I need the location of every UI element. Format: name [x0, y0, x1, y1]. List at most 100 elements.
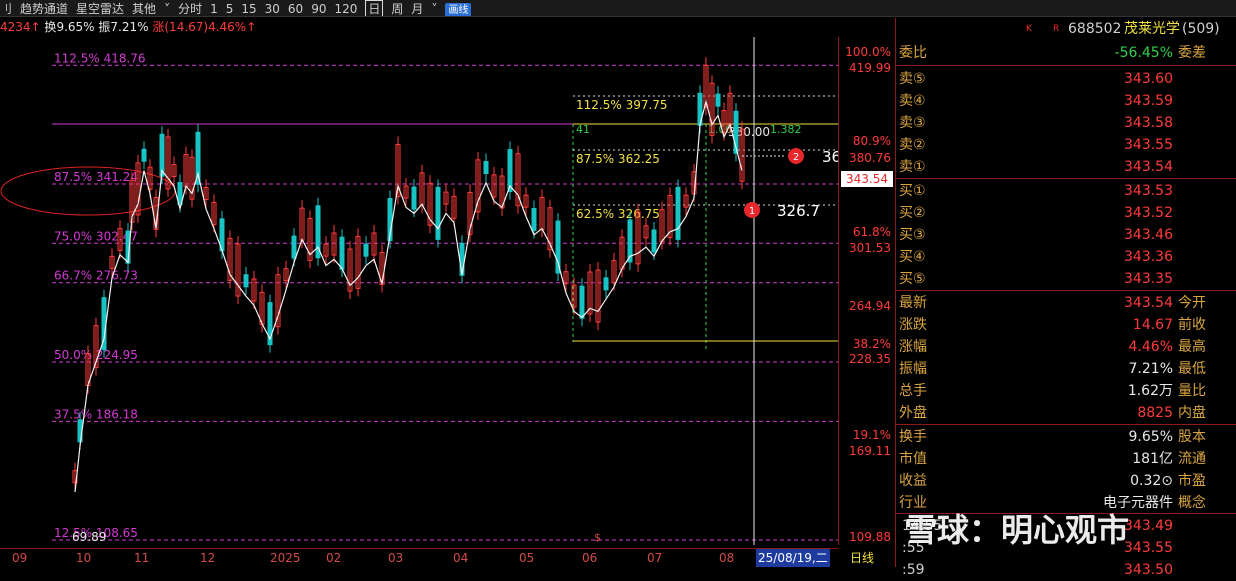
toolbar-item-15[interactable]: 月 [411, 1, 423, 16]
time-axis-label: 05 [519, 551, 535, 565]
candle-body [435, 186, 441, 240]
time-axis-label: 02 [326, 551, 342, 565]
time-axis-label: 03 [388, 551, 404, 565]
quote-row: 外盘 8825 内盘 [896, 402, 1236, 424]
stats-prefix: 4234↑ [0, 20, 41, 34]
sell-row: 卖⑤ 343.60 [896, 68, 1236, 90]
time-axis-label: 12 [200, 551, 216, 565]
time-axis-label: 08 [719, 551, 735, 565]
toolbar-item-1[interactable]: 趋势通道 [20, 1, 68, 16]
marker-2-value: 362.2 [822, 148, 838, 166]
fib-label: 112.5% 418.76 [54, 51, 146, 65]
buy-price: 343.35 [1124, 271, 1173, 287]
quote-value: 7.21% [1128, 361, 1173, 377]
toolbar-item-11[interactable]: 90 [311, 1, 326, 16]
quote-label: 涨跌 [899, 317, 927, 333]
time-axis-label: 11 [134, 551, 150, 565]
candle-body [715, 93, 721, 107]
date-cursor-box: 25/08/19,二 [756, 549, 830, 567]
inner-fib-label: 112.5% 397.75 [576, 98, 668, 112]
quote-row: 振幅 7.21% 最低 [896, 358, 1236, 380]
toolbar-item-16[interactable]: ˅ [431, 1, 437, 16]
sell-label: 卖② [899, 137, 926, 153]
quote-label2: 内盘 [1178, 405, 1206, 421]
buy-price: 343.46 [1124, 227, 1173, 243]
buy-label: 买⑤ [899, 271, 926, 287]
sell-price: 343.59 [1124, 93, 1173, 109]
day-line-button[interactable]: 日线 [850, 551, 874, 565]
inner-top-label: 41 [576, 123, 590, 136]
tick-row: :59 343.50 [896, 559, 1236, 581]
sell-label: 卖③ [899, 115, 926, 131]
weibi-value: -56.45% [1114, 45, 1173, 61]
panel-divider [896, 290, 1236, 291]
info-value: 181亿 [1132, 451, 1173, 467]
draw-line-button[interactable]: 画线 [445, 3, 472, 16]
buy-row: 买⑤ 343.35 [896, 268, 1236, 290]
price-axis-label: 109.88 [849, 530, 891, 544]
toolbar-item-13[interactable]: 日 [365, 0, 384, 16]
quote-label2: 最高 [1178, 339, 1206, 355]
toolbar-item-14[interactable]: 周 [391, 1, 403, 16]
sell-price: 343.60 [1124, 71, 1173, 87]
candlestick-chart[interactable]: 112.5% 418.76 87.5% 341.24 75.0% 302.47 66.… [0, 37, 838, 545]
info-label2: 市盈 [1178, 473, 1206, 489]
toolbar-item-0[interactable]: 刂 [0, 1, 12, 16]
buy-row: 买① 343.53 [896, 180, 1236, 202]
time-axis-label: 2025 [270, 551, 301, 565]
toolbar-item-4[interactable]: ˅ [164, 1, 170, 16]
misc-mark: $ [594, 531, 601, 544]
candle-body [339, 236, 345, 270]
info-row: 市值 181亿 流通 [896, 448, 1236, 470]
toolbar-item-9[interactable]: 30 [265, 1, 280, 16]
candle-body [579, 285, 585, 319]
price-axis-label: 419.99 [849, 61, 891, 75]
quote-row: 涨跌 14.67 前收 [896, 314, 1236, 336]
quote-label2: 量比 [1178, 383, 1206, 399]
toolbar-item-12[interactable]: 120 [334, 1, 357, 16]
candle-body [675, 186, 681, 240]
toolbar-item-5[interactable]: 分时 [178, 1, 202, 16]
time-axis-label: 07 [647, 551, 663, 565]
price-axis-pct: 100.0% [845, 45, 891, 59]
sell-row: 卖③ 343.58 [896, 112, 1236, 134]
toolbar-item-7[interactable]: 5 [226, 1, 234, 16]
sell-price: 343.54 [1124, 159, 1173, 175]
toolbar-item-6[interactable]: 1 [210, 1, 218, 16]
toolbar-item-2[interactable]: 星空雷达 [76, 1, 124, 16]
time-axis-label: 10 [76, 551, 92, 565]
buy-label: 买② [899, 205, 926, 221]
quote-label: 最新 [899, 295, 927, 311]
fib-label: 66.7% 276.73 [54, 269, 138, 283]
panel-header: K R 688502 茂莱光学 (509) [896, 18, 1236, 40]
price-axis: 100.0% 419.99 80.9% 380.76 61.8% 301.53 264.94… [838, 37, 893, 545]
info-value: 9.65% [1128, 429, 1173, 445]
quote-row: 总手 1.62万 量比 [896, 380, 1236, 402]
sell-row: 卖② 343.55 [896, 134, 1236, 156]
turnover-label: 换 [44, 20, 57, 34]
panel-divider [896, 178, 1236, 179]
buy-price: 343.53 [1124, 183, 1173, 199]
candle-body [291, 235, 297, 259]
info-label2: 股本 [1178, 429, 1206, 445]
fib-label: 87.5% 341.24 [54, 170, 138, 184]
weicha-label: 委差 [1178, 45, 1206, 61]
marker-1-num: 1 [749, 206, 755, 217]
info-label2: 流通 [1178, 451, 1206, 467]
candle-body [603, 277, 609, 291]
candle-body [411, 186, 417, 210]
turnover-value: 9.65% [56, 20, 95, 34]
weibi-row: 委比 -56.45% 委差 [896, 42, 1236, 64]
change-value: (14.67)4.46%↑ [164, 20, 257, 34]
toolbar-item-10[interactable]: 60 [288, 1, 303, 16]
time-axis: 09 10 11 12 2025 02 03 04 05 06 07 08 25/08/19,二 [0, 548, 838, 568]
price-axis-pct: 19.1% [853, 428, 891, 442]
toolbar-item-3[interactable]: 其他 [132, 1, 156, 16]
quote-label2: 今开 [1178, 295, 1206, 311]
current-price-label: 343.54 [846, 172, 888, 186]
toolbar-item-8[interactable]: 15 [241, 1, 256, 16]
inner-fib-label: 62.5% 326.75 [576, 207, 660, 221]
sell-label: 卖⑤ [899, 71, 926, 87]
buy-label: 买④ [899, 249, 926, 265]
buy-row: 买③ 343.46 [896, 224, 1236, 246]
